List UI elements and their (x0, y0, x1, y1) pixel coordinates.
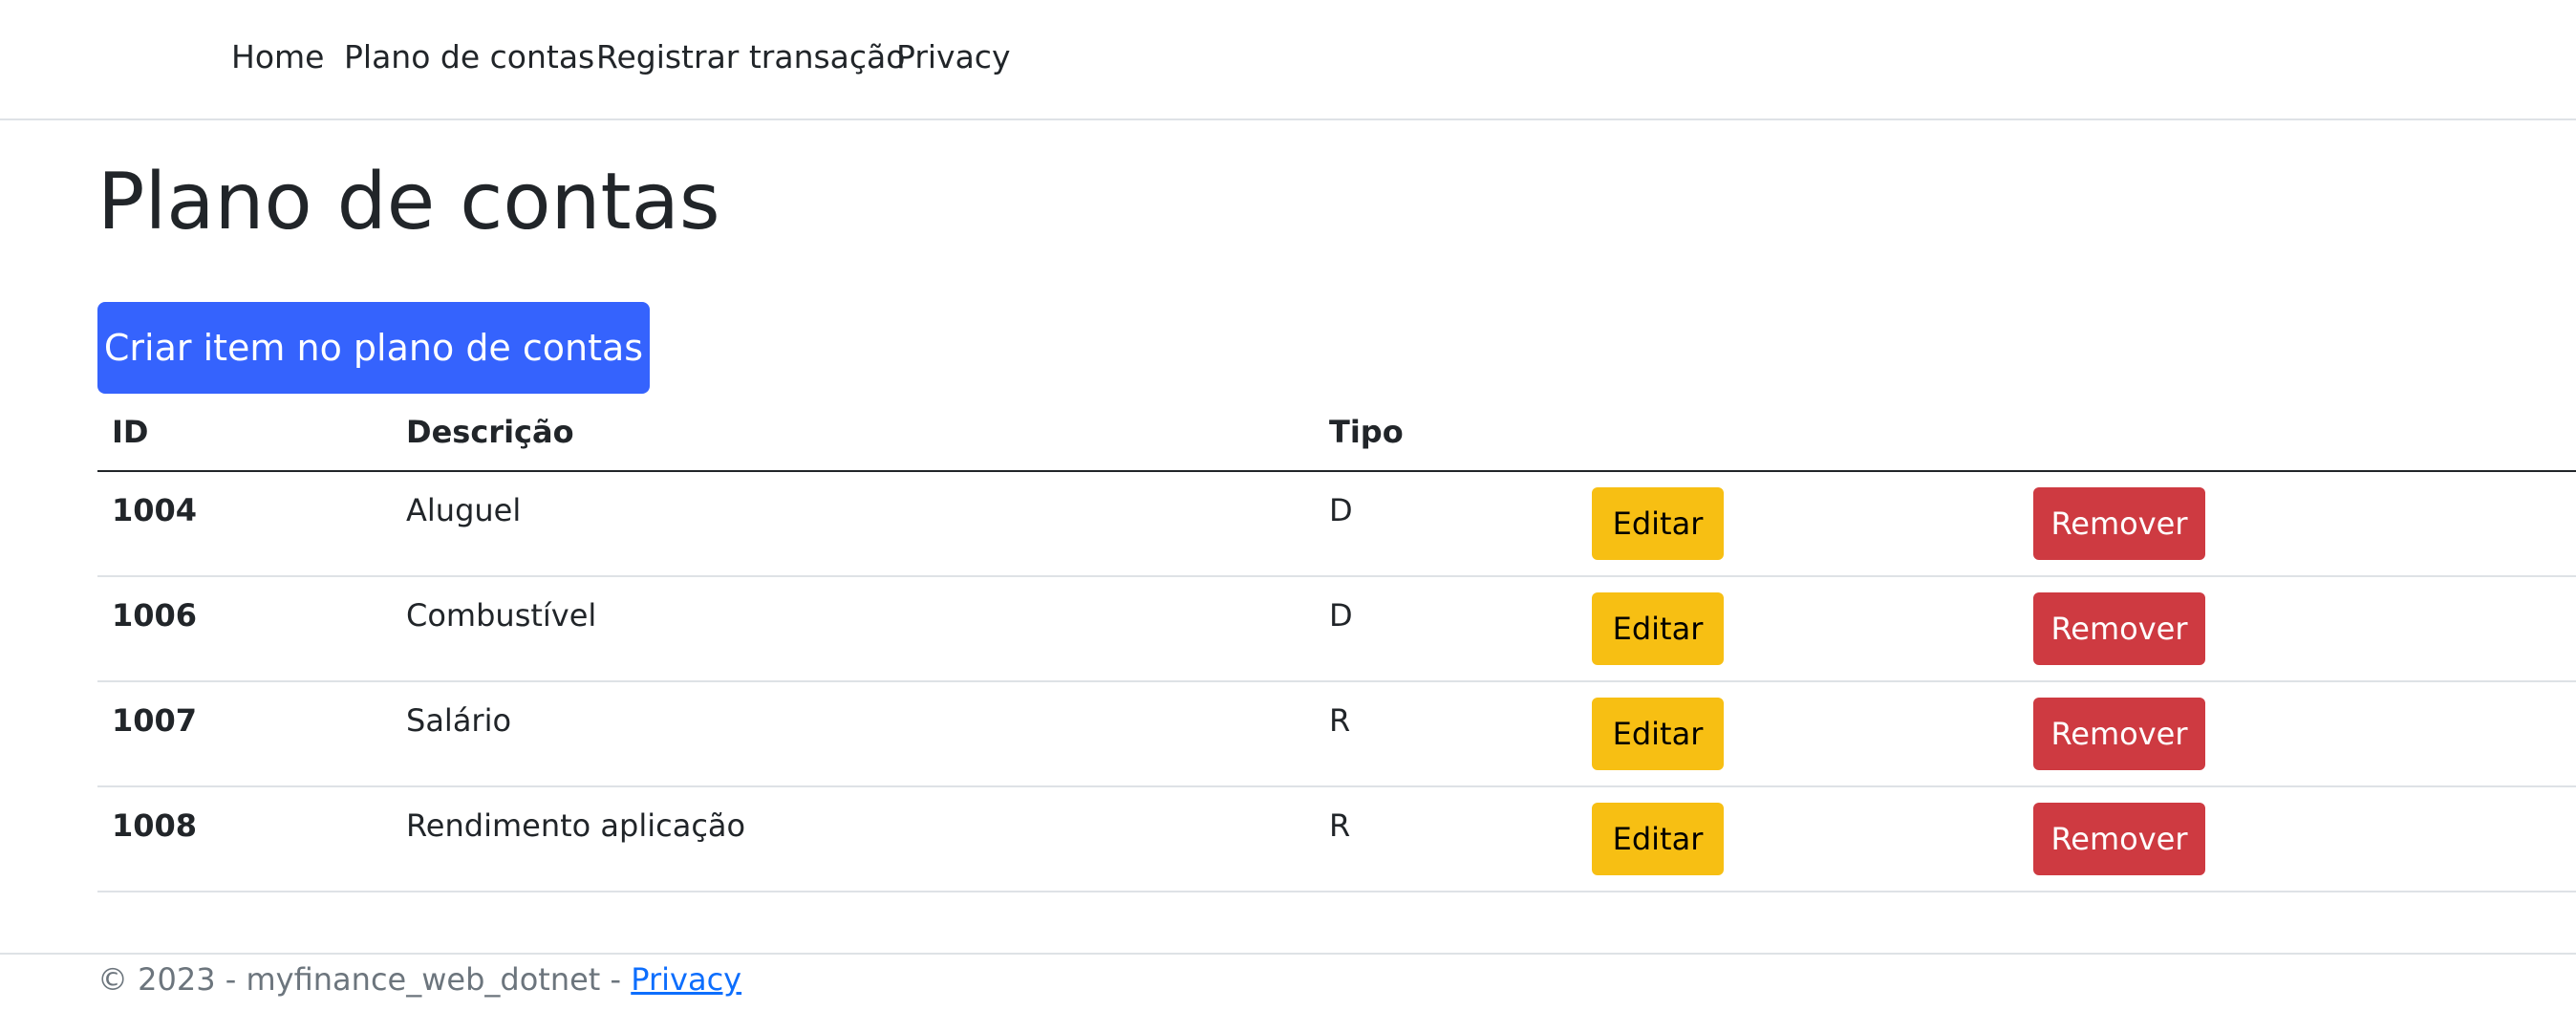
nav-link-plano-de-contas[interactable]: Plano de contas (344, 34, 594, 80)
footer-divider (0, 953, 2576, 955)
footer-copyright: © 2023 - myfinance_web_dotnet - (97, 961, 632, 998)
row-divider (97, 785, 2576, 787)
edit-button[interactable]: Editar (1592, 698, 1724, 770)
row-divider (97, 680, 2576, 682)
remove-button[interactable]: Remover (2033, 592, 2205, 665)
row-id: 1006 (112, 597, 198, 634)
edit-button[interactable]: Editar (1592, 487, 1724, 560)
row-descricao: Rendimento aplicação (406, 807, 746, 844)
remove-button[interactable]: Remover (2033, 487, 2205, 560)
top-navbar: Home Plano de contas Registrar transação… (0, 0, 2576, 120)
row-tipo: D (1329, 492, 1353, 528)
row-id: 1004 (112, 492, 198, 528)
row-id: 1007 (112, 702, 198, 739)
column-header-descricao: Descrição (406, 414, 574, 450)
nav-link-privacy[interactable]: Privacy (896, 34, 1010, 80)
nav-link-home[interactable]: Home (231, 34, 324, 80)
row-descricao: Combustível (406, 597, 597, 634)
row-tipo: R (1329, 807, 1351, 844)
column-header-id: ID (112, 414, 149, 450)
row-tipo: D (1329, 597, 1353, 634)
edit-button[interactable]: Editar (1592, 803, 1724, 875)
row-divider (97, 575, 2576, 577)
remove-button[interactable]: Remover (2033, 803, 2205, 875)
nav-link-registrar-transacao[interactable]: Registrar transação (596, 34, 905, 80)
footer-privacy-link[interactable]: Privacy (631, 961, 741, 998)
footer: © 2023 - myfinance_web_dotnet - Privacy (97, 957, 741, 1002)
table-header-divider (97, 470, 2576, 472)
remove-button[interactable]: Remover (2033, 698, 2205, 770)
row-descricao: Aluguel (406, 492, 522, 528)
column-header-tipo: Tipo (1329, 414, 1404, 450)
create-account-item-button[interactable]: Criar item no plano de contas (97, 302, 650, 394)
row-tipo: R (1329, 702, 1351, 739)
row-id: 1008 (112, 807, 198, 844)
edit-button[interactable]: Editar (1592, 592, 1724, 665)
page-title: Plano de contas (97, 157, 720, 247)
row-divider (97, 891, 2576, 892)
row-descricao: Salário (406, 702, 512, 739)
